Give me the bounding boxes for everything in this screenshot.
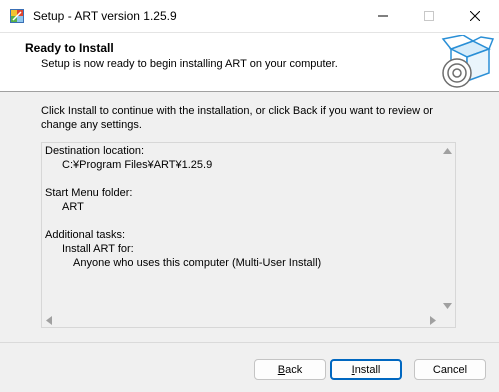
horizontal-scrollbar[interactable] <box>42 313 440 327</box>
minimize-icon <box>378 15 388 17</box>
memo-line: Anyone who uses this computer (Multi-Use… <box>73 257 322 269</box>
back-button[interactable]: Back <box>254 359 326 380</box>
memo-line <box>43 172 441 186</box>
close-button[interactable] <box>452 0 498 32</box>
scroll-left-icon[interactable] <box>46 316 52 325</box>
back-hotkey: B <box>277 363 286 376</box>
memo-text: Destination location: C:¥Program Files¥AR… <box>43 144 441 315</box>
memo-line: C:¥Program Files¥ART¥1.25.9 <box>62 159 213 171</box>
ready-memo[interactable]: Destination location: C:¥Program Files¥AR… <box>41 142 456 328</box>
scroll-right-icon[interactable] <box>430 316 436 325</box>
scroll-up-icon[interactable] <box>443 148 452 154</box>
wizard-header: Ready to Install Setup is now ready to b… <box>0 33 499 92</box>
page-title: Ready to Install <box>25 41 114 55</box>
cancel-label: Cancel <box>432 363 468 376</box>
memo-line: Start Menu folder: <box>45 187 133 199</box>
memo-line: Install ART for: <box>62 243 134 255</box>
install-label: nstall <box>354 363 381 376</box>
install-box-disc-icon <box>441 35 495 88</box>
vertical-scrollbar[interactable] <box>440 143 455 314</box>
footer-divider <box>0 342 499 343</box>
install-button[interactable]: Install <box>330 359 402 380</box>
setup-app-icon <box>10 9 24 23</box>
page-subtitle: Setup is now ready to begin installing A… <box>41 58 338 70</box>
memo-line: Destination location: <box>45 145 145 157</box>
maximize-button[interactable] <box>406 0 452 32</box>
maximize-icon <box>424 11 434 21</box>
instruction-text: Click Install to continue with the insta… <box>41 105 433 131</box>
memo-line: Additional tasks: <box>45 229 126 241</box>
scroll-down-icon[interactable] <box>443 303 452 309</box>
scrollbar-corner <box>440 313 455 327</box>
memo-line <box>43 214 441 228</box>
back-label: ack <box>285 363 303 376</box>
close-icon <box>470 11 480 21</box>
window-title: Setup - ART version 1.25.9 <box>33 9 177 23</box>
cancel-button[interactable]: Cancel <box>414 359 486 380</box>
minimize-button[interactable] <box>360 0 406 32</box>
title-bar: Setup - ART version 1.25.9 <box>0 0 499 33</box>
memo-line: ART <box>62 201 84 213</box>
